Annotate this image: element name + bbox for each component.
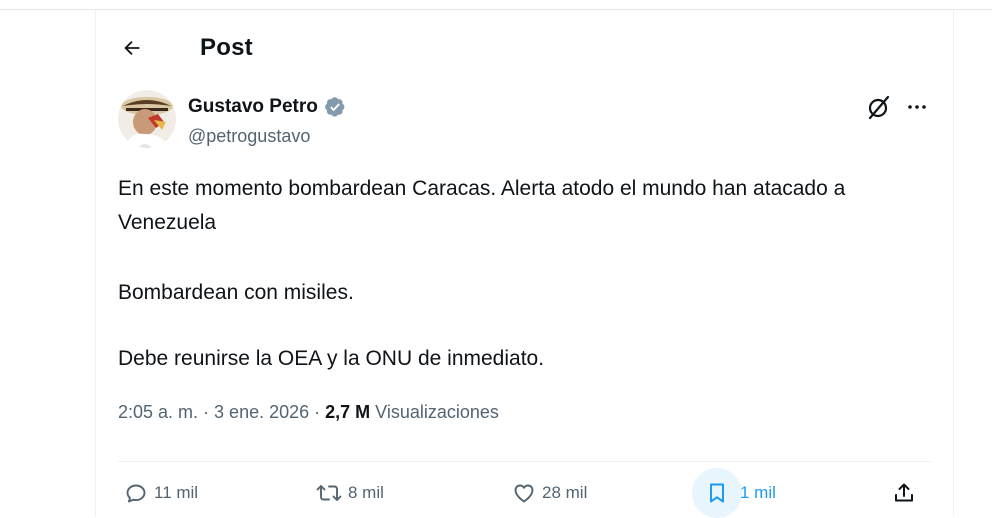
avatar-image xyxy=(118,90,176,148)
meta-separator: · xyxy=(309,402,326,422)
bookmark-highlight xyxy=(692,468,742,518)
bookmark-icon xyxy=(710,483,724,503)
tweet-paragraph: Debe reunirse la OEA y la ONU de inmedia… xyxy=(118,347,545,370)
more-icon xyxy=(908,105,926,109)
share-button[interactable] xyxy=(892,468,916,518)
grok-button[interactable] xyxy=(864,92,894,122)
action-bar: 11 mil 8 mil 28 mil 1 mil xyxy=(118,468,932,518)
reply-count: 11 mil xyxy=(154,483,199,502)
post-column: Post Gustavo Petro @petrogustavo En este… xyxy=(95,10,954,518)
tweet-time[interactable]: 2:05 a. m. xyxy=(118,402,198,422)
back-arrow-icon xyxy=(124,40,140,56)
bookmark-button[interactable]: 1 mil xyxy=(692,468,776,518)
tweet-meta: 2:05 a. m. · 3 ene. 2026 · 2,7 M Visuali… xyxy=(118,402,499,423)
views-count: 2,7 M xyxy=(325,402,371,422)
tweet-text: En este momento bombardean Caracas. Aler… xyxy=(118,172,918,376)
actions-divider xyxy=(118,461,932,462)
tweet-paragraph: Bombardean con misiles. xyxy=(118,281,354,304)
author-name-row: Gustavo Petro xyxy=(188,96,346,118)
author-info: Gustavo Petro @petrogustavo xyxy=(188,96,346,147)
page-title: Post xyxy=(200,34,253,61)
views-label: Visualizaciones xyxy=(370,402,499,422)
bookmark-count: 1 mil xyxy=(740,483,776,502)
tweet-paragraph: En este momento bombardean Caracas. Aler… xyxy=(118,177,846,234)
verified-badge-icon[interactable] xyxy=(324,96,346,118)
more-options-button[interactable] xyxy=(902,92,932,122)
repost-icon xyxy=(316,485,342,501)
back-button[interactable] xyxy=(114,30,150,66)
repost-button[interactable]: 8 mil xyxy=(316,468,384,518)
repost-count: 8 mil xyxy=(348,483,384,502)
like-icon xyxy=(514,484,534,503)
author-name[interactable]: Gustavo Petro xyxy=(188,96,318,118)
reply-icon xyxy=(126,484,146,503)
like-count: 28 mil xyxy=(542,483,588,502)
reply-button[interactable]: 11 mil xyxy=(124,468,198,518)
share-icon xyxy=(895,483,913,502)
grok-icon xyxy=(868,95,890,120)
meta-separator: · xyxy=(198,402,215,422)
like-button[interactable]: 28 mil xyxy=(512,468,587,518)
author-handle[interactable]: @petrogustavo xyxy=(188,126,346,147)
post-header: Post xyxy=(96,10,953,86)
avatar[interactable] xyxy=(118,90,176,148)
tweet-date[interactable]: 3 ene. 2026 xyxy=(214,402,309,422)
